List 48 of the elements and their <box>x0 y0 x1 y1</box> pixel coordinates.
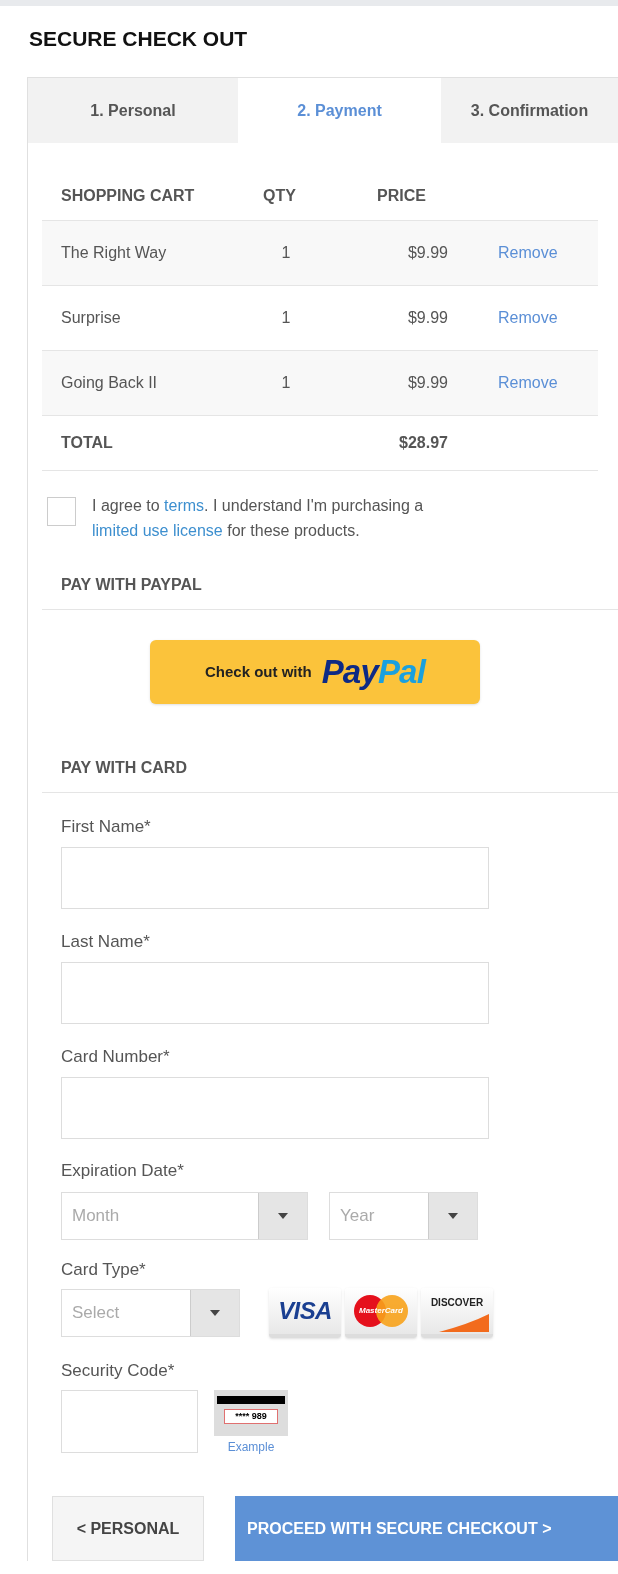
table-cell-text: Surprise <box>61 308 122 328</box>
field-label: First Name* <box>61 817 152 837</box>
table-cell-text: $9.99 <box>406 308 448 328</box>
table-cell-text: Going Back II <box>61 373 159 393</box>
card-back-example: **** 989 <box>214 1390 288 1436</box>
section-heading: PAY WITH PAYPAL <box>61 575 203 595</box>
visa-card-logo: VISA <box>269 1288 341 1338</box>
back-button[interactable]: < PERSONAL <box>52 1496 204 1561</box>
step-tab[interactable]: 1. Personal <box>28 78 238 143</box>
step-tab[interactable]: 3. Confirmation <box>441 78 618 143</box>
field-label: Last Name* <box>61 932 151 952</box>
table-cell-text: 1 <box>280 373 292 393</box>
column-header: QTY <box>263 185 297 206</box>
agreement-text: I agree to terms. I understand I'm purchasing a limited use license for these products. <box>92 496 425 541</box>
agree-checkbox[interactable] <box>47 497 76 526</box>
caret-down-icon <box>448 1213 458 1219</box>
total-amount: $28.97 <box>398 433 448 453</box>
column-header: SHOPPING CART <box>61 185 196 206</box>
table-cell-text: The Right Way <box>61 243 168 263</box>
select-field[interactable]: Year <box>329 1192 478 1240</box>
table-cell-text: $9.99 <box>406 243 448 263</box>
table-cell-text: 1 <box>280 308 292 328</box>
license-link[interactable]: limited use license <box>92 522 223 539</box>
caret-down-icon <box>210 1310 220 1316</box>
security-code-field[interactable] <box>61 1390 198 1453</box>
page-title: SECURE CHECK OUT <box>29 26 249 52</box>
text-field[interactable] <box>61 1077 489 1139</box>
proceed-button[interactable]: PROCEED WITH SECURE CHECKOUT > <box>235 1496 618 1561</box>
field-label: Expiration Date* <box>61 1161 185 1181</box>
discover-card-logo: DISCOVER <box>421 1288 493 1338</box>
remove-link[interactable]: Remove <box>498 371 558 395</box>
section-heading: PAY WITH CARD <box>61 758 188 778</box>
example-link[interactable]: Example <box>227 1438 275 1456</box>
text-field[interactable] <box>61 847 489 909</box>
field-label: Security Code* <box>61 1361 176 1381</box>
table-cell-text: 1 <box>280 243 292 263</box>
paypal-checkout-button[interactable]: Check out with PayPal <box>150 640 480 704</box>
table-cell-text: $9.99 <box>406 373 448 393</box>
caret-down-icon <box>278 1213 288 1219</box>
remove-link[interactable]: Remove <box>498 306 558 330</box>
select-field[interactable]: Month <box>61 1192 308 1240</box>
total-label: TOTAL <box>61 433 114 453</box>
field-label: Card Type* <box>61 1260 147 1280</box>
field-label: Card Number* <box>61 1047 171 1067</box>
text-field[interactable] <box>61 962 489 1024</box>
remove-link[interactable]: Remove <box>498 241 558 265</box>
select-field[interactable]: Select <box>61 1289 240 1337</box>
column-header: PRICE <box>377 185 426 206</box>
